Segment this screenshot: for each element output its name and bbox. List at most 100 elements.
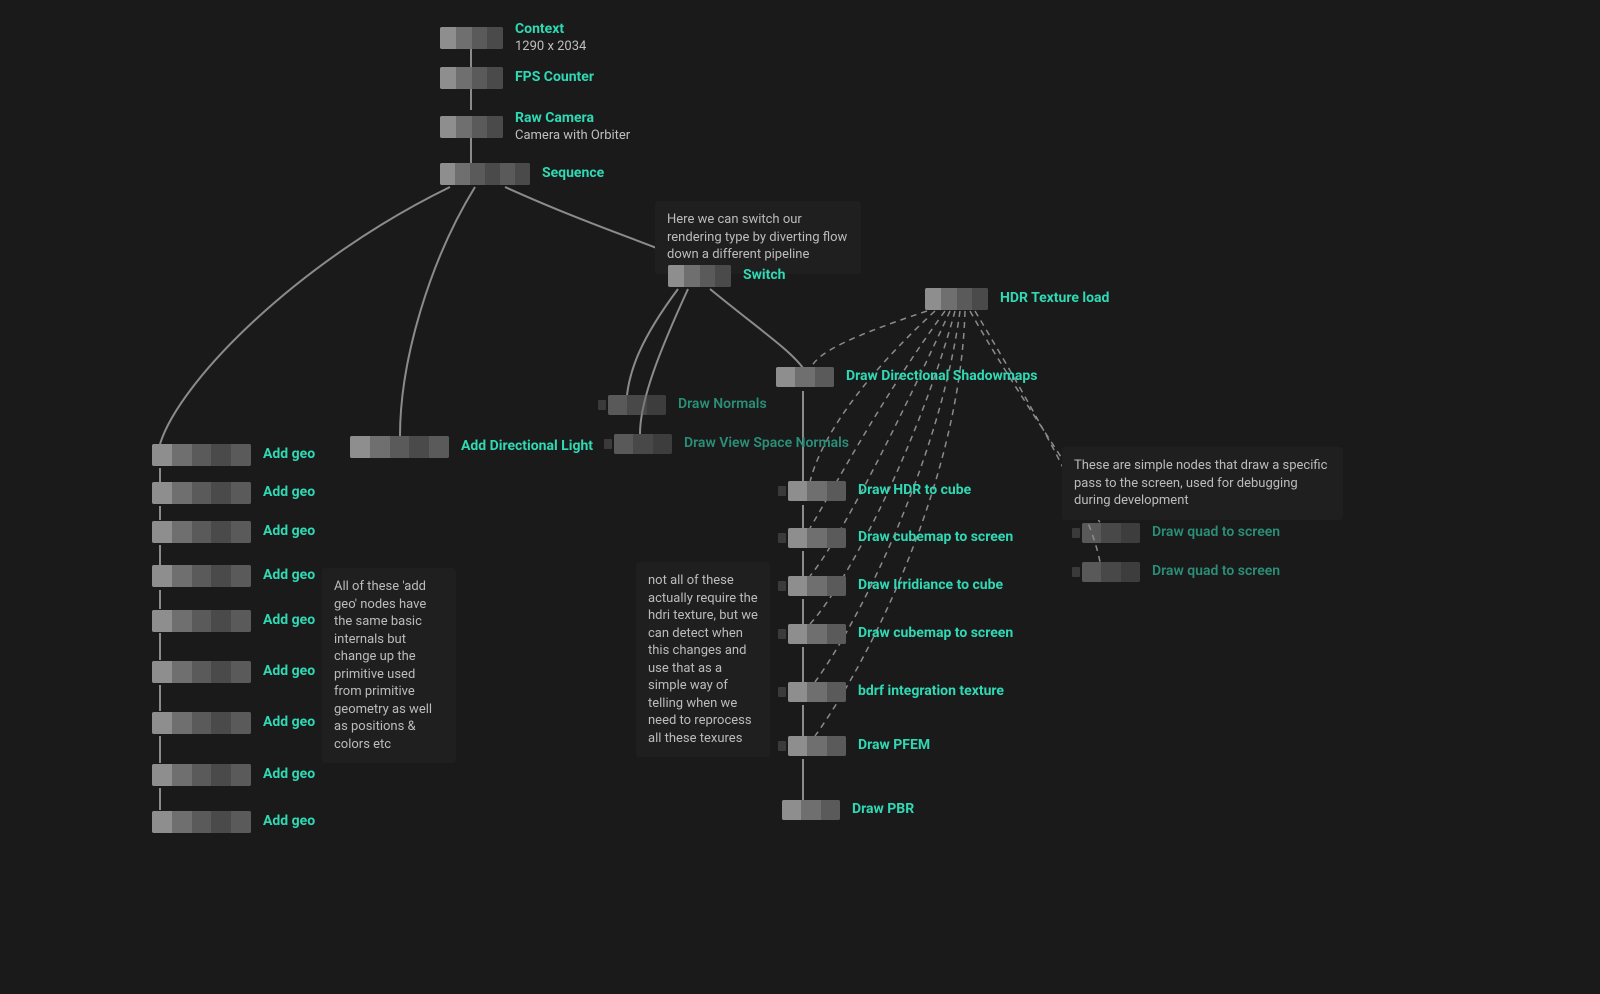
node-chip[interactable] [788, 682, 846, 702]
node-chip[interactable] [440, 116, 503, 138]
node-port [778, 687, 786, 697]
node-title: Switch [743, 267, 785, 285]
node-add-geo-7[interactable]: Add geo [152, 764, 315, 786]
node-draw-quad-to-screen-2[interactable]: Draw quad to screen [1082, 562, 1280, 582]
node-hdr-texture-load[interactable]: HDR Texture load [925, 288, 1109, 310]
node-add-geo-0[interactable]: Add geo [152, 444, 315, 466]
node-title: Draw HDR to cube [858, 482, 971, 500]
node-chip[interactable] [440, 67, 503, 89]
node-chip[interactable] [152, 610, 251, 632]
node-chip[interactable] [152, 521, 251, 543]
node-chip[interactable] [152, 444, 251, 466]
node-title: Add geo [263, 663, 315, 681]
node-port [598, 400, 606, 410]
node-title: Sequence [542, 165, 604, 183]
node-chip[interactable] [152, 764, 251, 786]
node-sequence[interactable]: Sequence [440, 163, 604, 185]
node-title: HDR Texture load [1000, 290, 1109, 308]
node-title: Draw quad to screen [1152, 524, 1280, 542]
node-title: Raw Camera [515, 110, 630, 128]
node-title: Draw Irridiance to cube [858, 577, 1003, 595]
comment-text: All of these 'add geo' nodes have the sa… [334, 579, 432, 752]
node-bdrf-integration-texture[interactable]: bdrf integration texture [788, 682, 1004, 702]
node-draw-normals[interactable]: Draw Normals [608, 395, 767, 415]
node-draw-hdr-to-cube[interactable]: Draw HDR to cube [788, 481, 971, 501]
node-title: Draw PFEM [858, 737, 930, 755]
node-add-geo-5[interactable]: Add geo [152, 661, 315, 683]
node-draw-pbr[interactable]: Draw PBR [782, 800, 914, 820]
node-title: Draw Directional Shadowmaps [846, 368, 1037, 386]
node-chip[interactable] [440, 27, 503, 49]
node-title: Add geo [263, 523, 315, 541]
node-title: Add geo [263, 766, 315, 784]
node-port [778, 581, 786, 591]
node-draw-cubemap-to-screen-2[interactable]: Draw cubemap to screen [788, 624, 1013, 644]
comment-text: not all of these actually require the hd… [648, 573, 758, 746]
node-chip[interactable] [788, 736, 846, 756]
node-port [778, 486, 786, 496]
node-subtitle: Camera with Orbiter [515, 128, 630, 144]
node-add-geo-6[interactable]: Add geo [152, 712, 315, 734]
comment-add-geo: All of these 'add geo' nodes have the sa… [322, 568, 456, 763]
node-chip[interactable] [788, 576, 846, 596]
node-chip[interactable] [788, 481, 846, 501]
comment-hdri: not all of these actually require the hd… [636, 562, 770, 757]
node-draw-irridiance-to-cube[interactable]: Draw Irridiance to cube [788, 576, 1003, 596]
node-port [604, 439, 612, 449]
node-title: Add geo [263, 714, 315, 732]
node-title: Draw cubemap to screen [858, 625, 1013, 643]
node-raw-camera[interactable]: Raw Camera Camera with Orbiter [440, 110, 630, 144]
node-chip[interactable] [788, 624, 846, 644]
node-draw-cubemap-to-screen-1[interactable]: Draw cubemap to screen [788, 528, 1013, 548]
node-chip[interactable] [788, 528, 846, 548]
node-title: Add geo [263, 567, 315, 585]
node-title: Context [515, 21, 586, 39]
node-subtitle: 1290 x 2034 [515, 39, 586, 55]
node-fps-counter[interactable]: FPS Counter [440, 67, 594, 89]
node-draw-view-space-normals[interactable]: Draw View Space Normals [614, 434, 849, 454]
node-context[interactable]: Context 1290 x 2034 [440, 21, 586, 55]
node-title: Draw cubemap to screen [858, 529, 1013, 547]
node-draw-quad-to-screen-1[interactable]: Draw quad to screen [1082, 523, 1280, 543]
node-title: Draw PBR [852, 801, 914, 819]
node-chip[interactable] [152, 482, 251, 504]
comment-switch: Here we can switch our rendering type by… [655, 201, 861, 274]
node-title: Add Directional Light [461, 438, 593, 456]
node-add-directional-light[interactable]: Add Directional Light [350, 436, 593, 458]
node-chip[interactable] [440, 163, 530, 185]
node-chip[interactable] [152, 565, 251, 587]
node-title: Add geo [263, 484, 315, 502]
node-add-geo-3[interactable]: Add geo [152, 565, 315, 587]
comment-text: Here we can switch our rendering type by… [667, 212, 847, 262]
node-chip[interactable] [668, 265, 731, 287]
node-chip[interactable] [782, 800, 840, 820]
node-switch[interactable]: Switch [668, 265, 785, 287]
node-chip[interactable] [152, 712, 251, 734]
node-chip[interactable] [1082, 562, 1140, 582]
node-chip[interactable] [776, 367, 834, 387]
node-title: FPS Counter [515, 69, 594, 87]
node-title: Add geo [263, 446, 315, 464]
node-add-geo-1[interactable]: Add geo [152, 482, 315, 504]
node-title: Add geo [263, 612, 315, 630]
node-chip[interactable] [614, 434, 672, 454]
node-chip[interactable] [608, 395, 666, 415]
node-add-geo-8[interactable]: Add geo [152, 811, 315, 833]
node-chip[interactable] [925, 288, 988, 310]
node-draw-pfem[interactable]: Draw PFEM [788, 736, 930, 756]
node-title: Draw quad to screen [1152, 563, 1280, 581]
node-port [1072, 567, 1080, 577]
node-graph-canvas[interactable]: Context 1290 x 2034 FPS Counter Raw Came… [0, 0, 1600, 994]
node-draw-directional-shadowmaps[interactable]: Draw Directional Shadowmaps [776, 367, 1037, 387]
node-chip[interactable] [1082, 523, 1140, 543]
node-chip[interactable] [152, 811, 251, 833]
node-add-geo-4[interactable]: Add geo [152, 610, 315, 632]
node-port [1072, 528, 1080, 538]
node-title: Draw View Space Normals [684, 435, 849, 453]
node-title: Draw Normals [678, 396, 767, 414]
node-port [778, 533, 786, 543]
node-chip[interactable] [152, 661, 251, 683]
node-add-geo-2[interactable]: Add geo [152, 521, 315, 543]
node-port [778, 629, 786, 639]
node-chip[interactable] [350, 436, 449, 458]
